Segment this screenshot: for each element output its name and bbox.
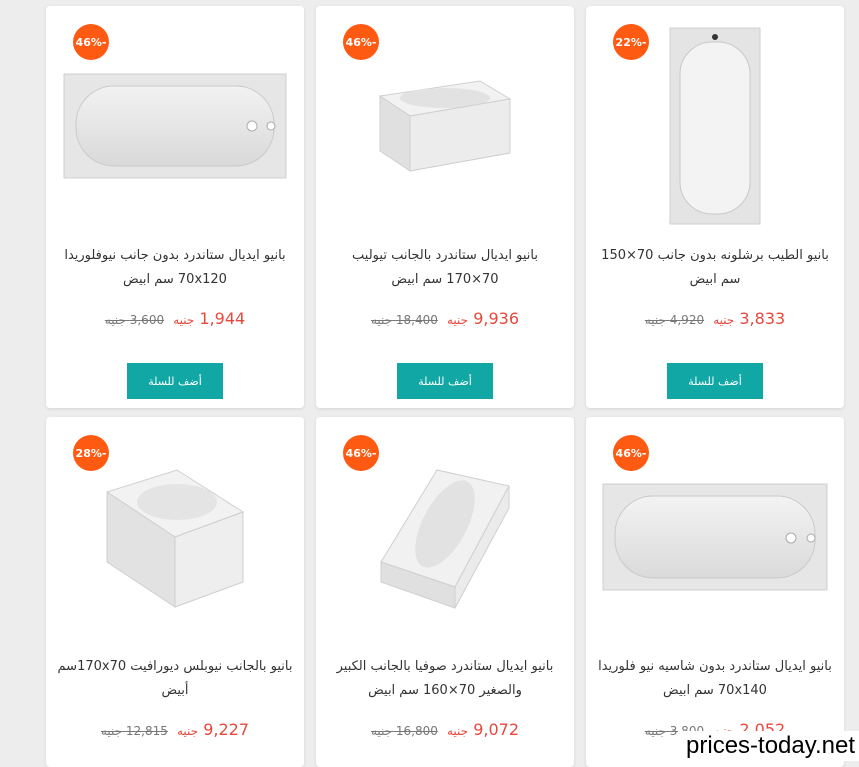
product-title[interactable]: بانيو ايديال ستاندرد بدون شاسيه نيو فلور…	[596, 655, 834, 703]
current-price: 9,936	[473, 309, 519, 328]
site-watermark: prices-today.net	[678, 731, 859, 761]
currency-label: جنيه	[173, 313, 195, 327]
current-price: 1,944	[199, 309, 246, 328]
current-price: 9,227	[203, 720, 249, 739]
price-row: 9,072 جنيه 16,800 جنيه	[316, 720, 574, 739]
add-to-cart-button[interactable]: أضف للسلة	[667, 363, 763, 399]
price-row: 1,944 جنيه 3,600 جنيه	[46, 309, 304, 328]
discount-badge: 22%-	[613, 24, 649, 60]
price-row: 3,833 جنيه 4,920 جنيه	[586, 309, 844, 328]
discount-badge: 28%-	[73, 435, 109, 471]
old-price: 18,400 جنيه	[370, 313, 438, 327]
add-to-cart-button[interactable]: أضف للسلة	[127, 363, 223, 399]
product-title[interactable]: بانيو ايديال ستاندرد صوفيا بالجانب الكبي…	[326, 655, 564, 703]
price-row: 9,227 جنيه 12,815 جنيه	[46, 720, 304, 739]
product-title[interactable]: بانيو ايديال ستاندرد بدون جانب نيوفلوريد…	[56, 244, 294, 292]
currency-label: جنيه	[177, 724, 199, 738]
current-price: 3,833	[739, 309, 786, 328]
currency-label: جنيه	[713, 313, 735, 327]
product-title[interactable]: بانيو الطيب برشلونه بدون جانب 70×150 سم …	[596, 244, 834, 292]
price-row: 9,936 جنيه 18,400 جنيه	[316, 309, 574, 328]
discount-badge: 46%-	[73, 24, 109, 60]
product-title[interactable]: بانيو بالجانب نيوبلس ديورافيت 170x70سم أ…	[56, 655, 294, 703]
product-card[interactable]: 28%- بانيو بالجانب نيوبلس ديورافيت 170x7…	[46, 417, 304, 767]
product-card[interactable]: 46%- بانيو ايديال ستاندرد بالجانب تيوليب…	[316, 6, 574, 408]
currency-label: جنيه	[447, 313, 469, 327]
discount-badge: 46%-	[343, 435, 379, 471]
discount-badge: 46%-	[613, 435, 649, 471]
product-title[interactable]: بانيو ايديال ستاندرد بالجانب تيوليب 70×1…	[326, 244, 564, 292]
current-price: 9,072	[473, 720, 519, 739]
product-card[interactable]: 46%- بانيو ايديال ستاندرد بدون شاسيه نيو…	[586, 417, 844, 767]
add-to-cart-button[interactable]: أضف للسلة	[397, 363, 493, 399]
old-price: 3,600 جنيه	[104, 313, 165, 327]
discount-badge: 46%-	[343, 24, 379, 60]
product-card[interactable]: 46%- بانيو ايديال ستاندرد صوفيا بالجانب …	[316, 417, 574, 767]
currency-label: جنيه	[447, 724, 469, 738]
old-price: 12,815 جنيه	[100, 724, 168, 738]
old-price: 4,920 جنيه	[644, 313, 705, 327]
product-card[interactable]: 22%- بانيو الطيب برشلونه بدون جانب 70×15…	[586, 6, 844, 408]
product-card[interactable]: 46%- بانيو ايديال ستاندرد بدون جانب نيوف…	[46, 6, 304, 408]
old-price: 16,800 جنيه	[370, 724, 438, 738]
